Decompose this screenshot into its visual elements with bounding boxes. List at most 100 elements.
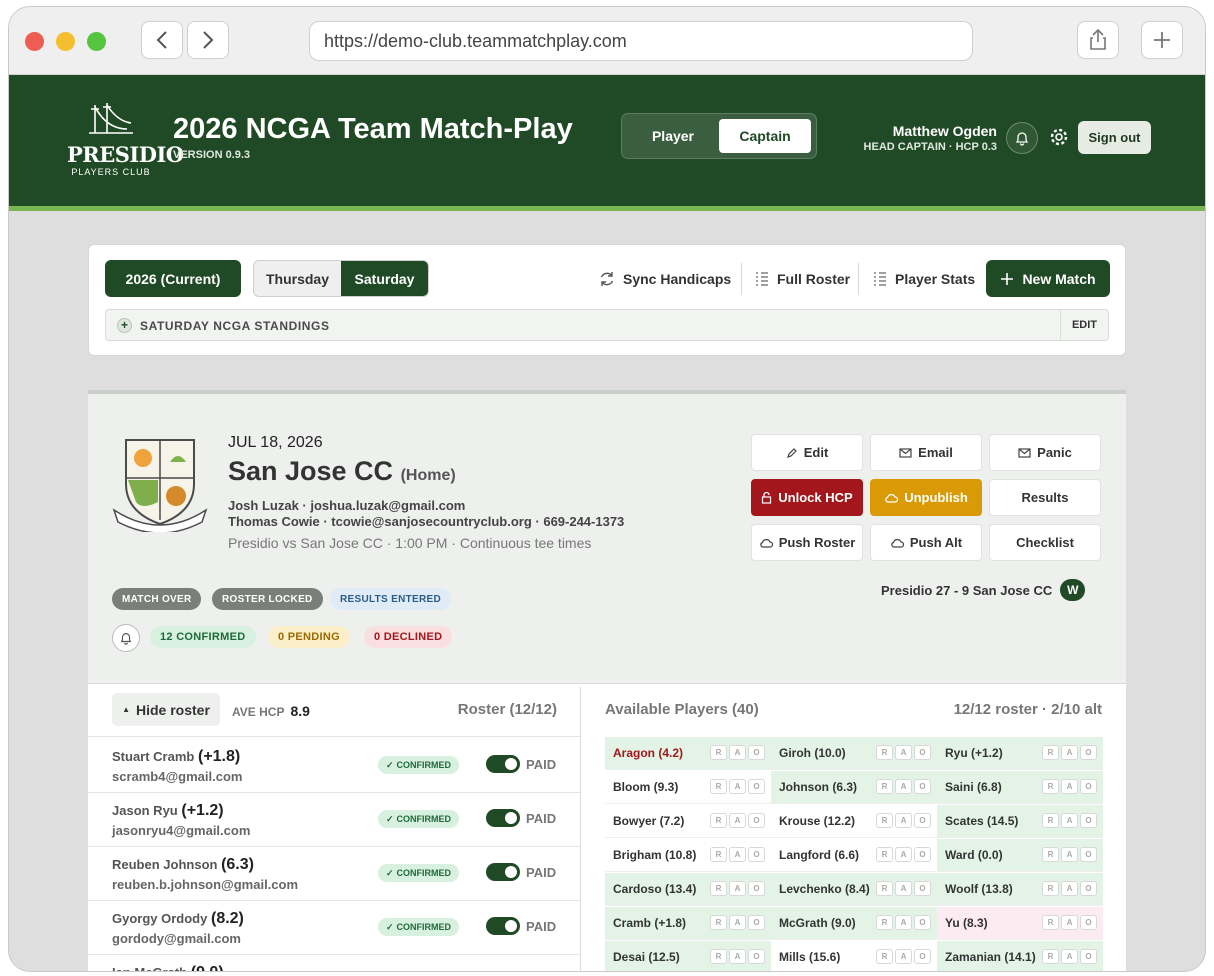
available-player[interactable]: Bloom (9.3) R A O — [605, 771, 771, 804]
unpublish-button[interactable]: Unpublish — [870, 479, 982, 516]
available-player[interactable]: Ward (0.0) R A O — [937, 839, 1103, 872]
rao-button[interactable]: O — [1080, 949, 1097, 964]
rao-button[interactable]: O — [1080, 881, 1097, 896]
full-roster-button[interactable]: Full Roster — [755, 260, 850, 297]
rao-button[interactable]: R — [876, 847, 893, 862]
checklist-button[interactable]: Checklist — [989, 524, 1101, 561]
season-button[interactable]: 2026 (Current) — [105, 260, 241, 297]
rao-button[interactable]: R — [710, 745, 727, 760]
rao-button[interactable]: O — [914, 915, 931, 930]
paid-toggle[interactable] — [486, 863, 520, 881]
rao-button[interactable]: O — [914, 779, 931, 794]
rao-button[interactable]: O — [1080, 745, 1097, 760]
back-button[interactable] — [141, 21, 183, 59]
expand-icon[interactable]: + — [117, 318, 132, 333]
rao-button[interactable]: O — [914, 949, 931, 964]
rao-button[interactable]: O — [914, 881, 931, 896]
paid-toggle[interactable] — [486, 971, 520, 972]
rao-button[interactable]: A — [729, 745, 746, 760]
remind-button[interactable] — [112, 624, 140, 652]
unlock-hcp-button[interactable]: Unlock HCP — [751, 479, 863, 516]
table-row[interactable]: Reuben Johnson (6.3) reuben.b.johnson@gma… — [88, 847, 580, 901]
sign-out-button[interactable]: Sign out — [1078, 121, 1151, 154]
rao-button[interactable]: O — [1080, 813, 1097, 828]
available-player[interactable]: Johnson (6.3) R A O — [771, 771, 937, 804]
rao-button[interactable]: R — [876, 813, 893, 828]
available-player[interactable]: Aragon (4.2) R A O — [605, 737, 771, 770]
available-player[interactable]: Levchenko (8.4) R A O — [771, 873, 937, 906]
paid-toggle[interactable] — [486, 809, 520, 827]
rao-button[interactable]: A — [729, 779, 746, 794]
rao-button[interactable]: R — [876, 915, 893, 930]
push-alt-button[interactable]: Push Alt — [870, 524, 982, 561]
sync-handicaps-button[interactable]: Sync Handicaps — [599, 260, 731, 297]
panic-button[interactable]: Panic — [989, 434, 1101, 471]
rao-button[interactable]: O — [748, 813, 765, 828]
rao-button[interactable]: A — [729, 847, 746, 862]
rao-button[interactable]: R — [710, 847, 727, 862]
available-player[interactable]: Cardoso (13.4) R A O — [605, 873, 771, 906]
rao-button[interactable]: R — [1042, 949, 1059, 964]
table-row[interactable]: Stuart Cramb (+1.8) scramb4@gmail.com ✓ CON… — [88, 739, 580, 793]
rao-button[interactable]: O — [914, 813, 931, 828]
close-window-button[interactable] — [25, 32, 44, 51]
rao-button[interactable]: O — [748, 881, 765, 896]
available-player[interactable]: Zamanian (14.1) R A O — [937, 941, 1103, 971]
table-row[interactable]: Gyorgy Ordody (8.2) gordody@gmail.com ✓ CON… — [88, 901, 580, 955]
rao-button[interactable]: R — [876, 949, 893, 964]
rao-button[interactable]: R — [710, 779, 727, 794]
rao-button[interactable]: R — [1042, 745, 1059, 760]
rao-button[interactable]: A — [729, 881, 746, 896]
rao-button[interactable]: R — [710, 915, 727, 930]
rao-button[interactable]: A — [1061, 915, 1078, 930]
rao-button[interactable]: A — [1061, 881, 1078, 896]
standings-panel[interactable]: + SATURDAY NCGA STANDINGS EDIT — [105, 309, 1109, 341]
edit-button[interactable]: Edit — [751, 434, 863, 471]
rao-button[interactable]: R — [1042, 915, 1059, 930]
rao-button[interactable]: O — [748, 745, 765, 760]
share-button[interactable] — [1077, 21, 1119, 59]
hide-roster-button[interactable]: ▲ Hide roster — [112, 693, 220, 726]
rao-button[interactable]: O — [1080, 847, 1097, 862]
rao-button[interactable]: R — [710, 881, 727, 896]
rao-button[interactable]: A — [895, 949, 912, 964]
club-logo[interactable]: PRESIDIO PLAYERS CLUB — [67, 99, 184, 177]
rao-button[interactable]: A — [895, 813, 912, 828]
rao-button[interactable]: A — [1061, 745, 1078, 760]
rao-button[interactable]: O — [1080, 915, 1097, 930]
player-stats-button[interactable]: Player Stats — [873, 260, 975, 297]
available-player[interactable]: Woolf (13.8) R A O — [937, 873, 1103, 906]
available-player[interactable]: Desai (12.5) R A O — [605, 941, 771, 971]
rao-button[interactable]: R — [876, 745, 893, 760]
available-player[interactable]: Yu (8.3) R A O — [937, 907, 1103, 940]
rao-button[interactable]: O — [914, 847, 931, 862]
mode-player-button[interactable]: Player — [627, 119, 719, 153]
available-player[interactable]: Mills (15.6) R A O — [771, 941, 937, 971]
rao-button[interactable]: A — [895, 779, 912, 794]
rao-button[interactable]: O — [748, 949, 765, 964]
day-saturday-tab[interactable]: Saturday — [341, 261, 428, 296]
available-player[interactable]: Cramb (+1.8) R A O — [605, 907, 771, 940]
address-bar[interactable]: https://demo-club.teammatchplay.com — [309, 21, 973, 61]
rao-button[interactable]: A — [729, 949, 746, 964]
available-player[interactable]: Ryu (+1.2) R A O — [937, 737, 1103, 770]
rao-button[interactable]: R — [1042, 847, 1059, 862]
available-player[interactable]: Brigham (10.8) R A O — [605, 839, 771, 872]
rao-button[interactable]: A — [1061, 779, 1078, 794]
rao-button[interactable]: O — [748, 847, 765, 862]
settings-button[interactable] — [1047, 125, 1071, 149]
paid-toggle[interactable] — [486, 755, 520, 773]
standings-edit-button[interactable]: EDIT — [1060, 310, 1108, 340]
new-match-button[interactable]: New Match — [986, 260, 1110, 297]
minimize-window-button[interactable] — [56, 32, 75, 51]
rao-button[interactable]: A — [1061, 847, 1078, 862]
notifications-button[interactable] — [1006, 122, 1038, 154]
results-button[interactable]: Results — [989, 479, 1101, 516]
paid-toggle[interactable] — [486, 917, 520, 935]
rao-button[interactable]: O — [748, 915, 765, 930]
rao-button[interactable]: R — [1042, 881, 1059, 896]
rao-button[interactable]: R — [1042, 779, 1059, 794]
rao-button[interactable]: O — [1080, 779, 1097, 794]
available-player[interactable]: Krouse (12.2) R A O — [771, 805, 937, 838]
available-player[interactable]: Langford (6.6) R A O — [771, 839, 937, 872]
